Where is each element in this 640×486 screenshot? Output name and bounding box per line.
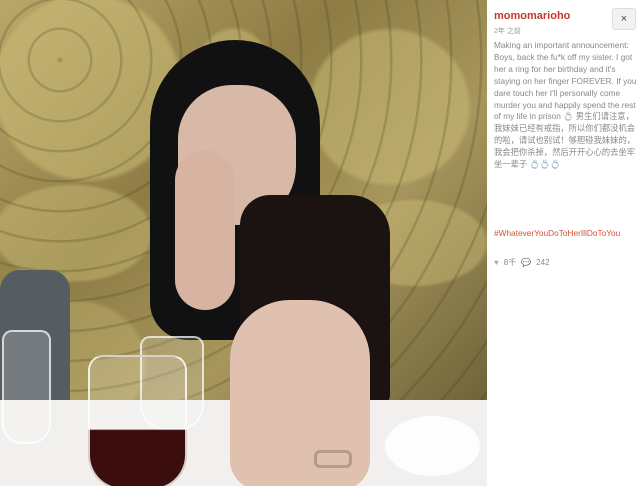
hashtag-link[interactable]: #WhateverYouDoToHerIllDoToYou [494,227,637,239]
close-icon: × [620,13,628,25]
comment-icon[interactable]: 💬 [521,258,531,267]
username-link[interactable]: momomarioho [494,10,570,22]
likes-count: 8千 [503,258,517,267]
wine-glass-left [2,330,51,444]
wine-glass-red [88,355,187,486]
post-caption: Making an important announcement: Boys, … [494,40,639,170]
post-timestamp: 2年 之前 [494,28,521,35]
post-photo [0,0,487,486]
comments-count: 242 [536,258,550,267]
heart-icon[interactable]: ♥ [494,258,499,267]
ring [314,450,352,468]
dessert-plate [385,416,480,476]
post-stats: ♥ 8千 💬 242 [494,257,550,268]
person-arm [175,150,235,310]
close-button[interactable]: × [612,8,636,30]
post-details-panel: momomarioho 2年 之前 × Making an important … [487,0,640,486]
